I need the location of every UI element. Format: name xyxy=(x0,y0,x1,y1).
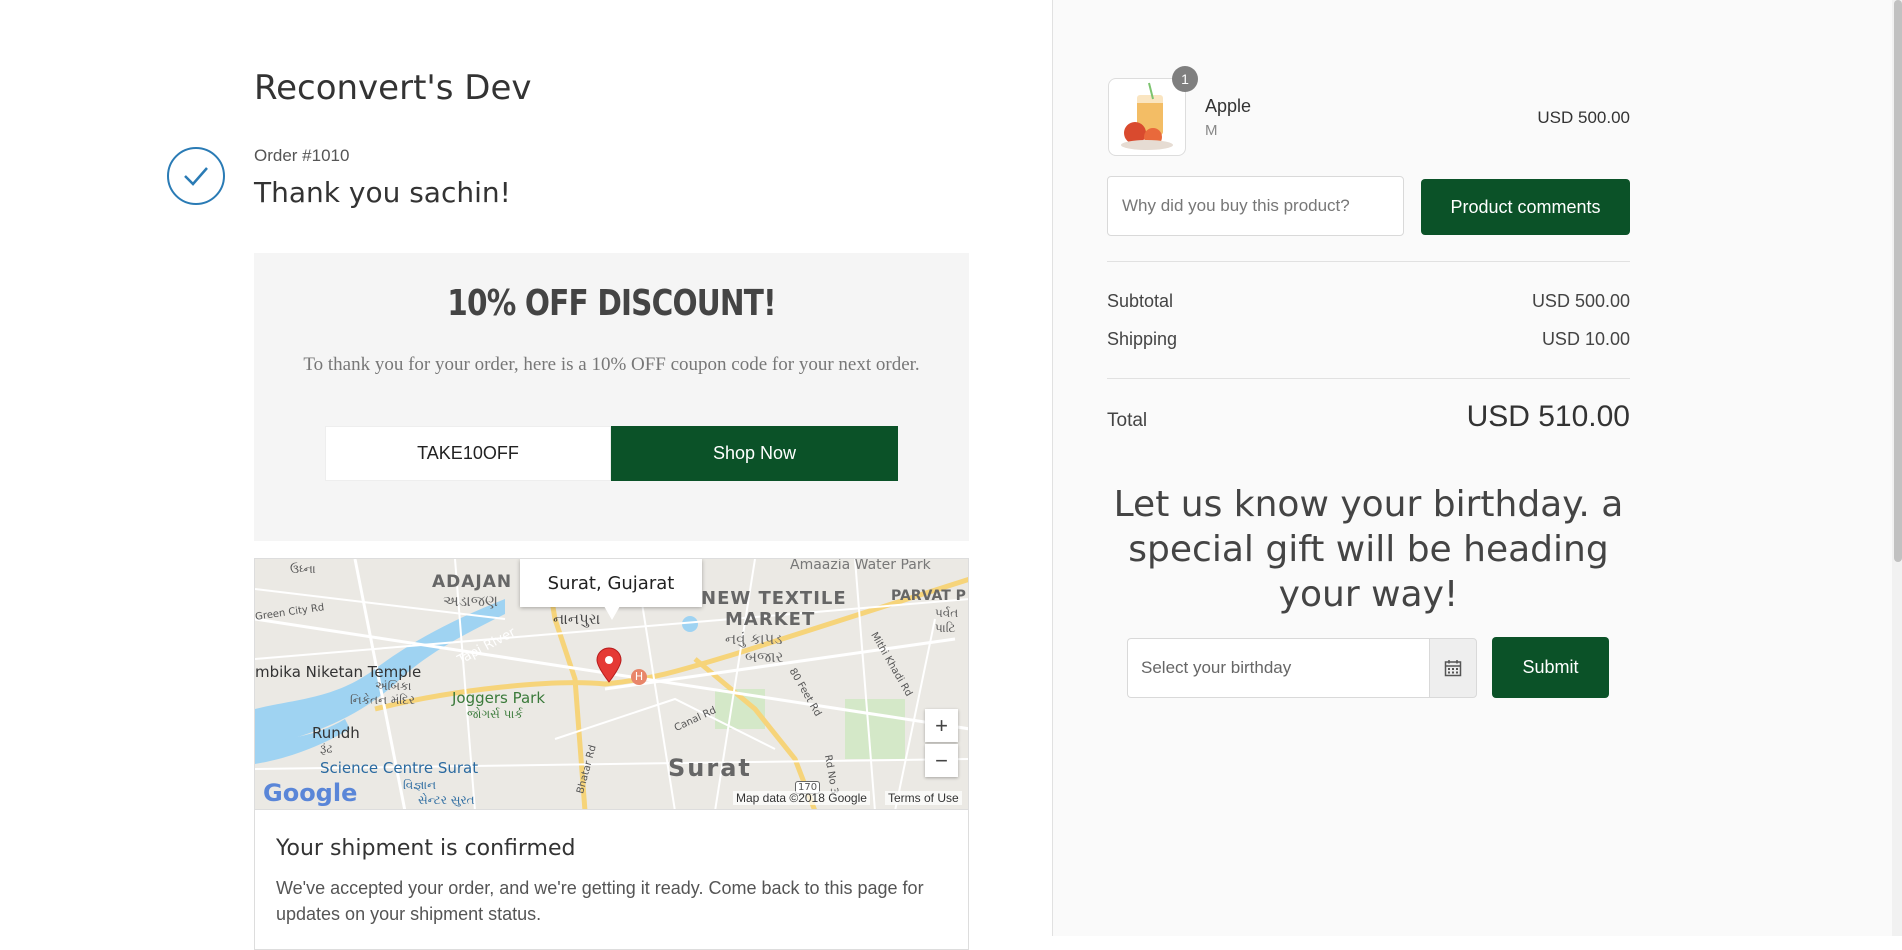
terms-of-use-link[interactable]: Terms of Use xyxy=(885,791,962,805)
map-label: બજાર xyxy=(745,648,784,666)
divider xyxy=(1107,261,1630,262)
calendar-icon xyxy=(1444,660,1462,677)
hotel-marker-icon[interactable]: H xyxy=(631,669,647,685)
discount-promo: 10% OFF DISCOUNT! To thank you for your … xyxy=(254,253,969,541)
birthday-submit-button[interactable]: Submit xyxy=(1492,637,1609,698)
scrollbar-thumb[interactable] xyxy=(1894,0,1902,562)
map-label: વિજ્ઞાન xyxy=(403,778,437,792)
map-label: પાટિ xyxy=(935,621,956,635)
main-content: Reconvert's Dev Order #1010 Thank you sa… xyxy=(0,0,1052,950)
map-label: જોગર્સ પાર્ક xyxy=(467,707,523,721)
coupon-code[interactable]: TAKE10OFF xyxy=(325,426,611,481)
total-label: Total xyxy=(1107,410,1148,431)
tooltip-pointer xyxy=(604,606,620,620)
map-data-attribution: Map data ©2018 Google xyxy=(733,791,870,805)
shipment-text: We've accepted your order, and we're get… xyxy=(276,878,924,924)
product-name: Apple xyxy=(1205,96,1252,116)
product-comments-button[interactable]: Product comments xyxy=(1421,179,1630,235)
map-label: નિકેતન મંદિર xyxy=(350,693,415,707)
shipment-status-box: Your shipment is confirmed We've accepte… xyxy=(254,810,969,950)
divider xyxy=(1107,378,1630,379)
product-image xyxy=(1121,82,1173,150)
map[interactable]: Surat, Gujarat ઉધ્ના ADAJAN અડાજણ નાનપુર… xyxy=(254,558,969,810)
map-label: Joggers Park xyxy=(452,689,546,707)
shop-now-button[interactable]: Shop Now xyxy=(611,426,898,481)
map-pin-icon[interactable] xyxy=(595,647,623,683)
map-label: નવું કાપડ xyxy=(725,630,783,648)
google-logo: Google xyxy=(263,779,357,807)
map-label: અડાજણ xyxy=(443,592,499,610)
map-label: Amaazia Water Park xyxy=(790,558,931,573)
zoom-out-button[interactable]: − xyxy=(925,744,958,777)
map-label: નાનપુરા xyxy=(553,610,601,628)
map-label: ઉધ્ના xyxy=(290,562,316,576)
shipping-label: Shipping xyxy=(1107,329,1178,349)
quantity-badge: 1 xyxy=(1172,66,1198,92)
promo-title: 10% OFF DISCOUNT! xyxy=(447,283,776,324)
map-label: રૂંઢ xyxy=(320,742,333,756)
google-logo-text: Google xyxy=(263,779,358,807)
map-label: MARKET xyxy=(725,609,816,630)
map-label: અંબિકા xyxy=(375,679,412,693)
map-label: Surat xyxy=(668,754,752,782)
birthday-heading: Let us know your birthday. a special gif… xyxy=(1113,484,1624,615)
birthday-input[interactable] xyxy=(1127,638,1429,698)
product-comment-input[interactable] xyxy=(1107,176,1404,236)
map-label: Science Centre Surat xyxy=(320,759,479,777)
shipping-value: USD 10.00 xyxy=(1541,329,1630,349)
map-label: ADAJAN xyxy=(432,572,513,592)
map-label: PARVAT P xyxy=(891,588,966,604)
subtotal-label: Subtotal xyxy=(1107,291,1174,311)
subtotal-value: USD 500.00 xyxy=(1531,291,1630,311)
product-price: USD 500.00 xyxy=(1537,108,1630,127)
map-label: પર્વત xyxy=(935,606,959,620)
map-label: સેન્ટર સુરત xyxy=(418,793,475,807)
map-label: Rundh xyxy=(312,724,360,742)
order-number: Order #1010 xyxy=(254,146,350,165)
product-variant: M xyxy=(1205,122,1218,139)
shop-name[interactable]: Reconvert's Dev xyxy=(254,68,532,108)
calendar-button[interactable] xyxy=(1429,638,1477,698)
check-icon xyxy=(167,147,225,205)
total-value: USD 510.00 xyxy=(1466,400,1630,433)
product-thumbnail xyxy=(1108,78,1186,156)
thank-you-heading: Thank you sachin! xyxy=(254,176,511,209)
shipment-title: Your shipment is confirmed xyxy=(276,836,576,861)
map-tooltip: Surat, Gujarat xyxy=(520,559,702,607)
zoom-in-button[interactable]: + xyxy=(925,709,958,742)
map-label: NEW TEXTILE xyxy=(701,588,847,609)
promo-text: To thank you for your order, here is a 1… xyxy=(303,354,920,375)
